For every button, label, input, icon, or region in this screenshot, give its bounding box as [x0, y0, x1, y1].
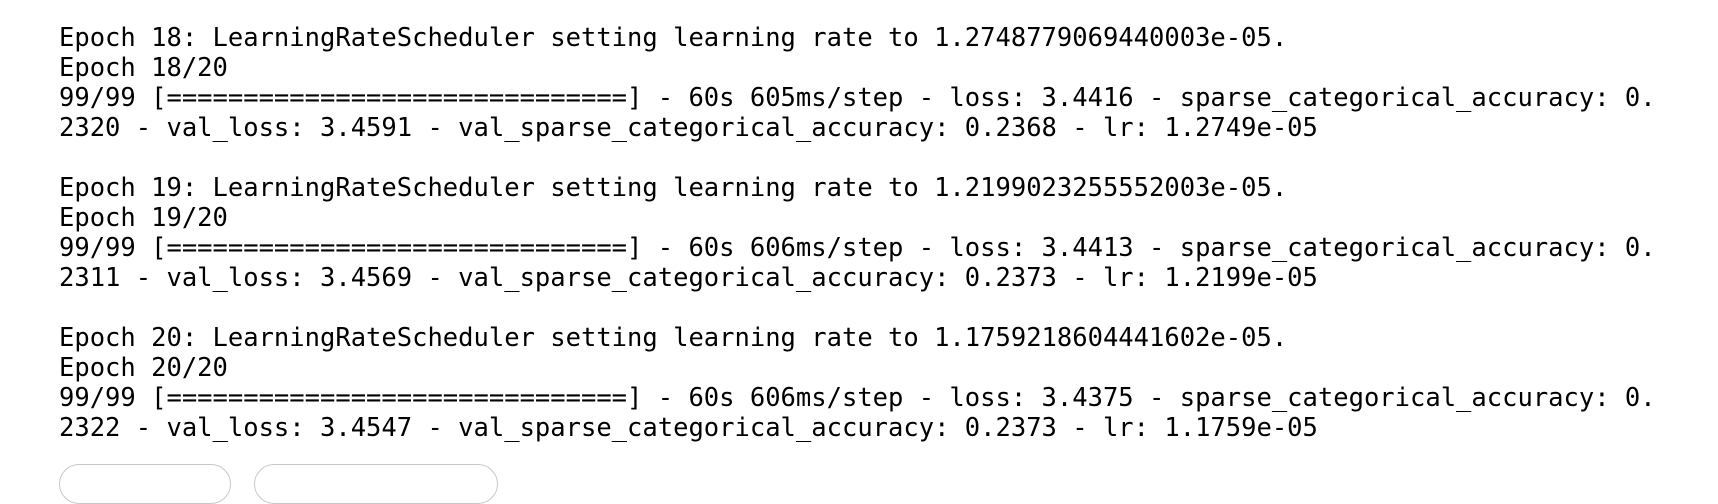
epoch-header-line: Epoch 18/20: [59, 53, 228, 83]
progress-line: 99/99 [==============================] -…: [59, 83, 1656, 113]
scheduler-line: Epoch 19: LearningRateScheduler setting …: [59, 173, 1288, 203]
epoch-header-line: Epoch 19/20: [59, 203, 228, 233]
metrics-line: 2311 - val_loss: 3.4569 - val_sparse_cat…: [59, 263, 1318, 293]
epoch-20-block: Epoch 20: LearningRateScheduler setting …: [59, 323, 1714, 443]
progress-line: 99/99 [==============================] -…: [59, 233, 1656, 263]
epoch-header-line: Epoch 20/20: [59, 353, 228, 383]
progress-line: 99/99 [==============================] -…: [59, 383, 1656, 413]
scheduler-line: Epoch 20: LearningRateScheduler setting …: [59, 323, 1288, 353]
metrics-line: 2320 - val_loss: 3.4591 - val_sparse_cat…: [59, 113, 1318, 143]
metrics-line: 2322 - val_loss: 3.4547 - val_sparse_cat…: [59, 413, 1318, 443]
epoch-18-block: Epoch 18: LearningRateScheduler setting …: [59, 23, 1714, 143]
epoch-19-block: Epoch 19: LearningRateScheduler setting …: [59, 173, 1714, 293]
scheduler-line: Epoch 18: LearningRateScheduler setting …: [59, 23, 1288, 53]
output-action-button[interactable]: [59, 464, 231, 504]
cell-output: Epoch 18: LearningRateScheduler setting …: [59, 23, 1714, 473]
output-action-button[interactable]: [254, 464, 498, 504]
